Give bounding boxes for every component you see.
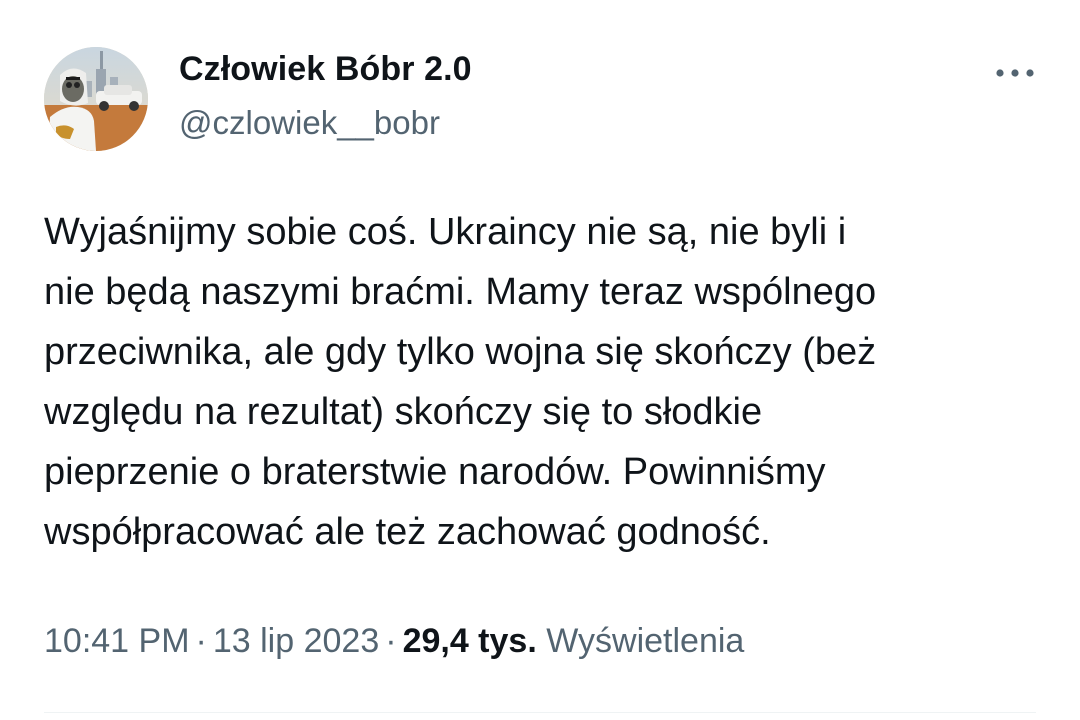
separator-dot: · <box>195 622 207 660</box>
more-horizontal-icon <box>996 69 1034 77</box>
tweet-text-line: nie będą naszymi braćmi. Mamy teraz wspó… <box>44 271 877 313</box>
author-handle[interactable]: @czlowiek__bobr <box>179 104 440 142</box>
tweet-metadata: 10:41 PM · 13 lip 2023 · 29,4 tys. Wyświetle… <box>44 622 744 661</box>
divider <box>44 712 1036 713</box>
tweet-text-line: przeciwnika, ale gdy tylko wojna się sko… <box>44 331 877 373</box>
tweet-card: Człowiek Bóbr 2.0 @czlowiek__bobr Wyjaśn… <box>0 0 1080 720</box>
tweet-time[interactable]: 10:41 PM <box>44 622 190 660</box>
tweet-text-line: Wyjaśnijmy sobie coś. Ukraincy nie są, n… <box>44 211 847 253</box>
tweet-text-line: względu na rezultat) skończy się to słod… <box>44 391 763 433</box>
views-label: Wyświetlenia <box>546 622 745 660</box>
author-display-name[interactable]: Człowiek Bóbr 2.0 <box>179 50 472 89</box>
tweet-text: Wyjaśnijmy sobie coś. Ukraincy nie są, n… <box>44 202 1044 562</box>
tweet-text-line: współpracować ale też zachować godność. <box>44 511 771 553</box>
tweet-text-line: pieprzenie o braterstwie narodów. Powinn… <box>44 451 826 493</box>
avatar[interactable] <box>44 47 148 151</box>
avatar-image <box>44 47 148 151</box>
more-options-button[interactable] <box>990 55 1040 91</box>
tweet-date[interactable]: 13 lip 2023 <box>213 622 379 660</box>
views-count: 29,4 tys. <box>402 622 537 660</box>
separator-dot: · <box>385 622 397 660</box>
